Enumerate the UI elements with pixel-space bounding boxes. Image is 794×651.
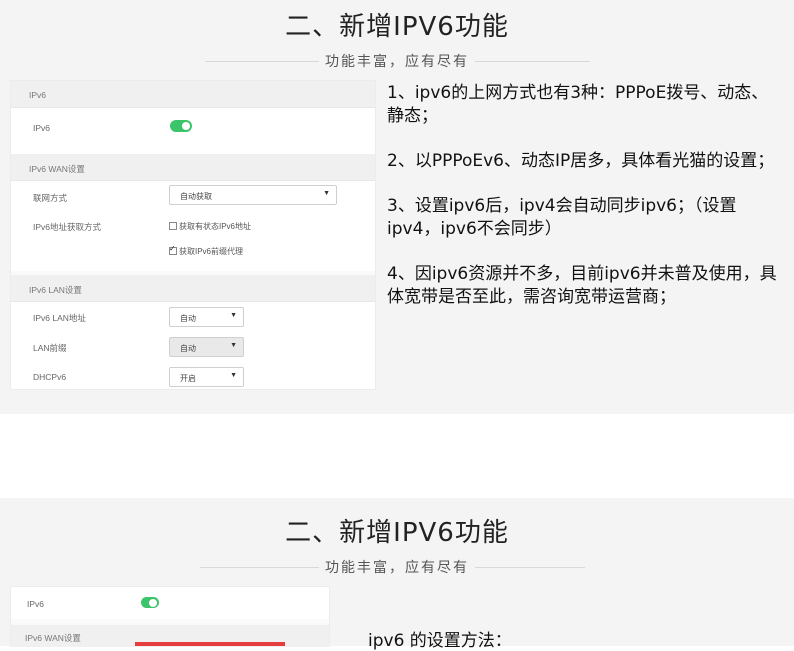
checkbox-checked-icon [169,244,177,255]
note-item: 4、因ipv6资源并不多，目前ipv6并未普及使用，具体宽带是否至此，需咨询宽带… [387,264,777,307]
lan-addr-select[interactable]: 自动 ▼ [169,307,244,327]
ipv6-enable-toggle[interactable] [170,120,192,132]
chevron-down-icon: ▼ [230,312,237,319]
chevron-down-icon: ▼ [230,342,237,349]
section-subtitle-row-2: 功能丰富，应有尽有 [0,557,794,577]
section-subtitle-row-1: 功能丰富，应有尽有 [0,51,794,71]
chevron-down-icon: ▼ [230,372,237,379]
setup-method-text: ipv6 的设置方法： [368,631,512,651]
dhcpv6-label: DHCPv6 [33,372,67,382]
ipv6-toggle-label: IPv6 [27,599,45,609]
prefix-delegation-checkbox[interactable]: 获取IPv6前缀代理 [169,244,243,257]
note-item: 2、以PPPoEv6、动态IP居多，具体看光猫的设置； [387,151,775,171]
ipv6-enable-toggle[interactable] [141,597,159,608]
ipv6-notes: 1、ipv6的上网方式也有3种：PPPoE拨号、动态、静态； 2、以PPPoEv… [387,82,782,331]
checkbox-empty-icon [169,222,177,230]
section-subtitle-2: 功能丰富，应有尽有 [319,560,475,576]
wan-section-header: IPv6 WAN设置 [11,154,375,181]
panel-gap [0,414,794,498]
conn-mode-label: 联网方式 [33,193,68,203]
section-title-2: 二、新增IPV6功能 [285,518,509,548]
dhcpv6-select[interactable]: 开启 ▼ [169,367,244,387]
ipv6-toggle-label: IPv6 [33,123,51,133]
lan-prefix-select: 自动 ▼ [169,337,244,357]
section-title-1: 二、新增IPV6功能 [285,12,509,42]
ipv6-settings-panel-2: IPv6 IPv6 WAN设置 [10,586,330,647]
conn-mode-select[interactable]: 自动获取 ▼ [169,185,337,205]
lan-addr-label: IPv6 LAN地址 [33,313,86,323]
ipv6-settings-panel: IPv6 IPv6 IPv6 WAN设置 联网方式 自动获取 ▼ IPv6地址获取… [10,80,376,390]
chevron-down-icon: ▼ [323,190,330,197]
lan-prefix-label: LAN前缀 [33,343,67,353]
stateful-address-checkbox[interactable]: 获取有状态IPv6地址 [169,221,251,232]
red-highlight-bar [135,642,285,646]
note-item: 1、ipv6的上网方式也有3种：PPPoE拨号、动态、静态； [387,83,769,126]
addr-method-label: IPv6地址获取方式 [33,222,102,232]
note-item: 3、设置ipv6后，ipv4会自动同步ipv6；（设置ipv4，ipv6不会同步… [387,196,737,239]
section-subtitle-1: 功能丰富，应有尽有 [319,54,475,70]
ipv6-section-header: IPv6 [11,81,375,108]
lan-section-header: IPv6 LAN设置 [11,275,375,302]
